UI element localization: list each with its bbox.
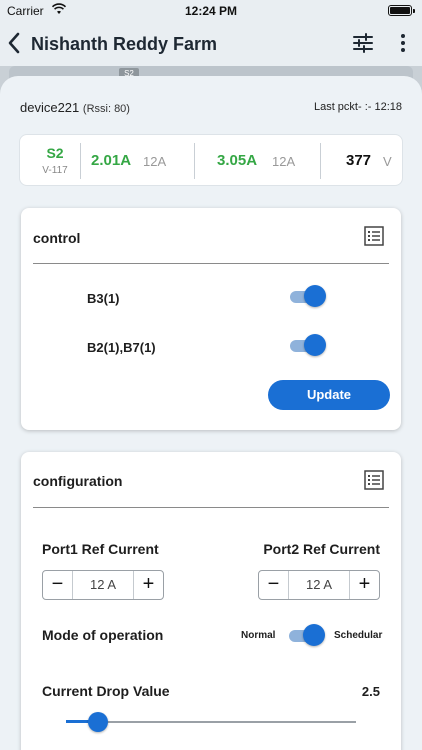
port1-increment-button[interactable]: + — [133, 571, 163, 599]
divider — [194, 143, 195, 179]
chevron-left-icon[interactable] — [4, 30, 26, 56]
control-item-label: B2(1),B7(1) — [87, 340, 156, 355]
current-drop-slider[interactable] — [66, 712, 356, 732]
control-toggle[interactable] — [288, 334, 326, 356]
current-drop-value: 2.5 — [361, 684, 380, 699]
status-bar: Carrier 12:24 PM — [0, 0, 422, 22]
stats-card: S2 V-117 2.01A 12A 3.05A 12A 377 V — [19, 134, 403, 186]
port2-max: 12A — [272, 154, 296, 169]
control-title: control — [33, 230, 81, 246]
switch-sub: V-117 — [42, 165, 68, 176]
divider — [80, 143, 81, 179]
slider-track — [66, 721, 356, 723]
divider — [320, 143, 321, 179]
device-id: device221 — [20, 100, 80, 115]
current-drop-label: Current Drop Value — [42, 683, 170, 699]
port1-ref-label: Port1 Ref Current — [42, 541, 159, 557]
control-toggle[interactable] — [288, 285, 326, 307]
more-vertical-icon[interactable] — [395, 31, 411, 55]
control-card: control B3(1) B2(1),B7(1) Update — [21, 208, 401, 430]
control-item-label: B3(1) — [87, 291, 120, 306]
divider — [33, 263, 389, 264]
port2-stepper: − 12 A + — [258, 570, 380, 600]
port1-stepper: − 12 A + — [42, 570, 164, 600]
switch-status: S2 V-117 — [30, 145, 80, 176]
update-button[interactable]: Update — [268, 380, 390, 410]
voltage-unit: V — [383, 154, 392, 169]
configuration-card: configuration Port1 Ref Current Port2 Re… — [21, 452, 401, 750]
port1-value[interactable]: 12 A — [73, 571, 133, 599]
device-sheet: device221 (Rssi: 80) Last pckt- :- 12:18… — [0, 76, 422, 750]
status-time: 12:24 PM — [184, 4, 238, 18]
port1-decrement-button[interactable]: − — [43, 571, 73, 599]
list-icon[interactable] — [364, 470, 384, 490]
device-rssi: (Rssi: 80) — [82, 103, 130, 115]
port2-ref-label: Port2 Ref Current — [263, 541, 380, 557]
page-title: Nishanth Reddy Farm — [31, 34, 218, 54]
last-packet-time: Last pckt- :- 12:18 — [313, 101, 402, 113]
port1-current: 2.01A — [91, 152, 132, 169]
port2-decrement-button[interactable]: − — [259, 571, 289, 599]
list-icon[interactable] — [364, 226, 384, 246]
voltage-value: 377 — [346, 152, 372, 169]
mode-toggle[interactable] — [287, 624, 325, 646]
sliders-icon[interactable] — [351, 31, 375, 55]
mode-normal-label: Normal — [241, 630, 276, 641]
mode-label: Mode of operation — [42, 627, 164, 643]
port2-current: 3.05A — [217, 152, 258, 169]
device-name: device221 (Rssi: 80) — [20, 100, 130, 115]
slider-thumb[interactable] — [88, 712, 108, 732]
port2-value[interactable]: 12 A — [289, 571, 349, 599]
port2-increment-button[interactable]: + — [349, 571, 379, 599]
battery-icon — [388, 5, 415, 16]
port1-max: 12A — [143, 154, 167, 169]
configuration-title: configuration — [33, 473, 123, 489]
divider — [33, 507, 389, 508]
nav-bar: Nishanth Reddy Farm — [0, 22, 422, 66]
mode-schedular-label: Schedular — [334, 630, 383, 641]
switch-label: S2 — [46, 145, 64, 161]
sheet-header: device221 (Rssi: 80) Last pckt- :- 12:18 — [0, 76, 422, 126]
